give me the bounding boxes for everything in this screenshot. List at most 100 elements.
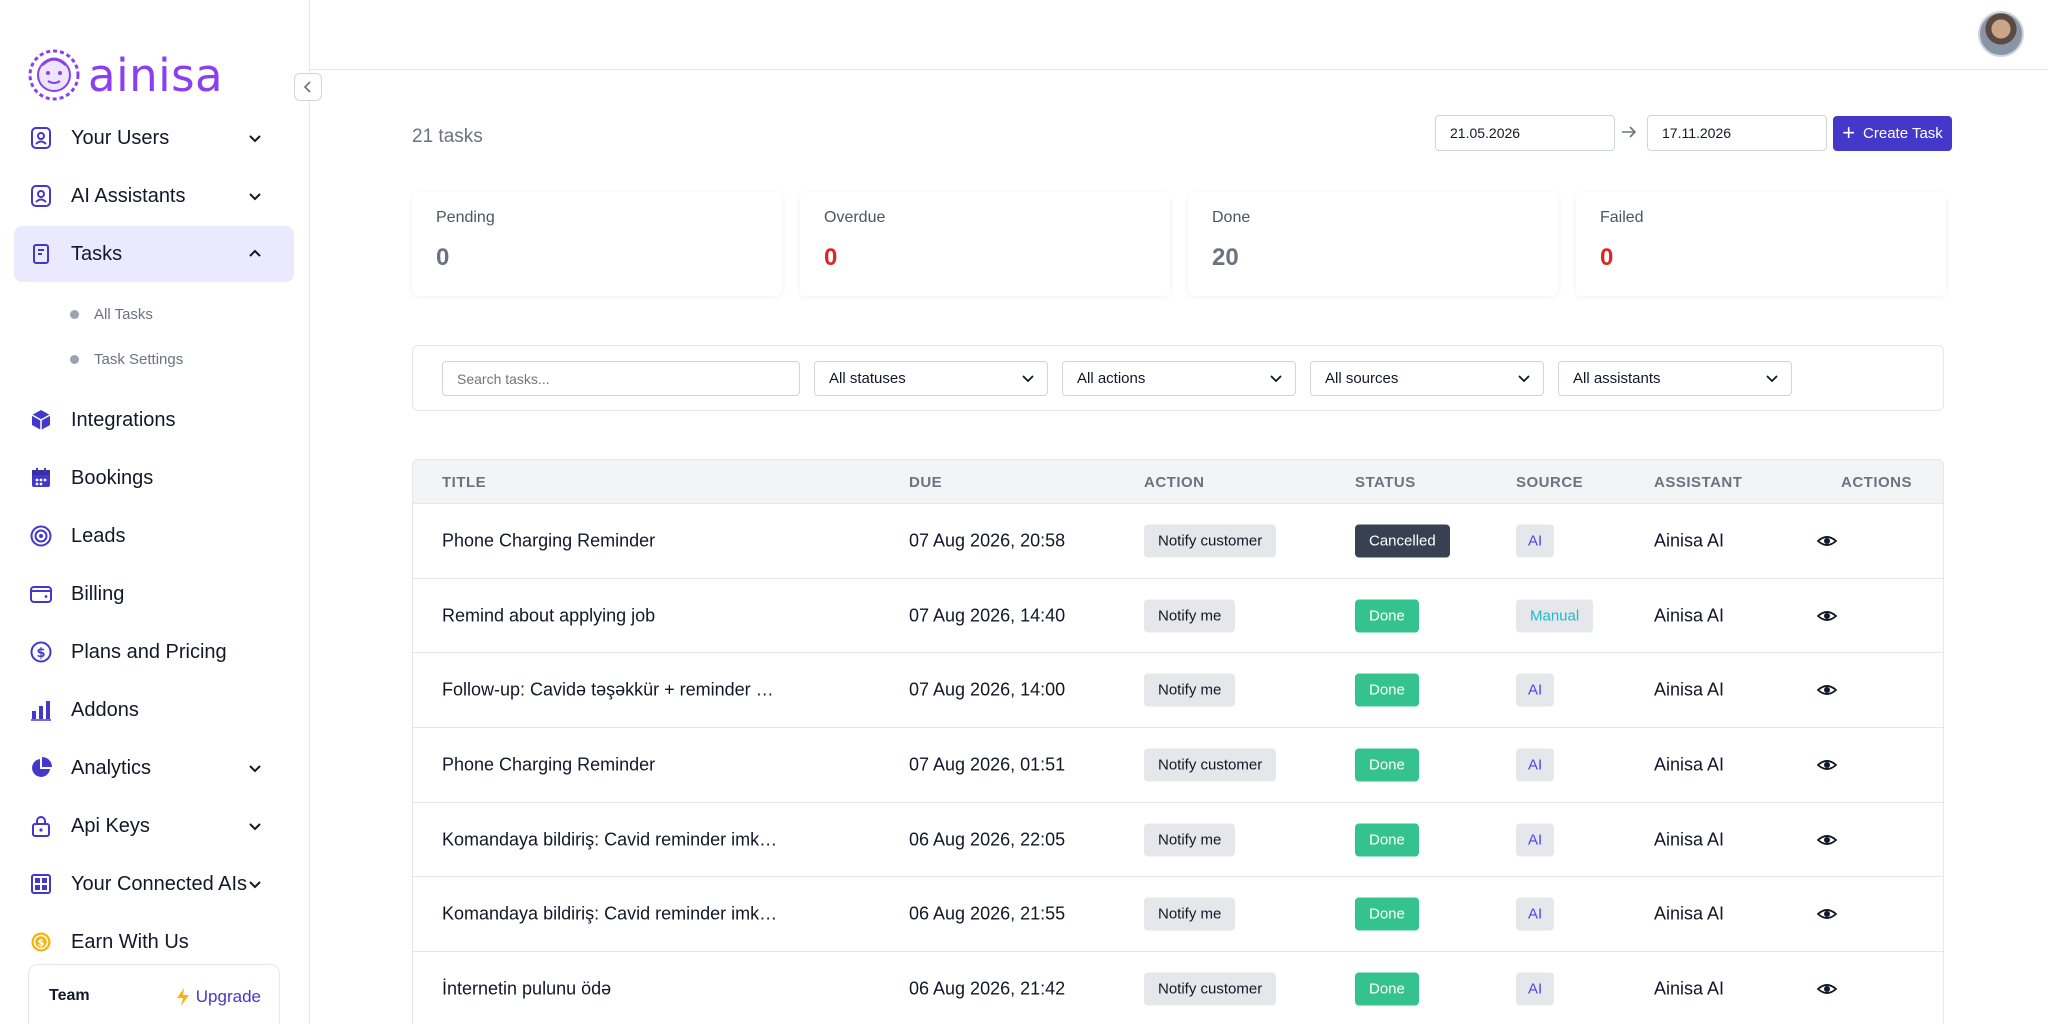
calendar-icon (28, 465, 54, 491)
stat-label: Pending (436, 209, 495, 226)
lock-icon (28, 813, 54, 839)
source-badge: AI (1516, 897, 1555, 931)
sidebar-item-your-connected-ais[interactable]: Your Connected AIs (14, 856, 294, 912)
assistant-filter-value: All assistants (1573, 370, 1661, 387)
table-row[interactable]: Remind about applying job 07 Aug 2026, 14… (413, 579, 1943, 654)
task-title[interactable]: İnternetin pulunu ödə (442, 978, 611, 999)
stat-card-pending: Pending 0 (412, 192, 782, 296)
task-title[interactable]: Phone Charging Reminder (442, 530, 655, 551)
status-badge: Done (1355, 599, 1419, 633)
eye-icon[interactable] (1817, 904, 1837, 924)
table-row[interactable]: Komandaya bildiriş: Cavid reminder imk… 0… (413, 877, 1943, 953)
chevron-down-icon (246, 817, 264, 835)
sidebar-collapse-button[interactable] (294, 73, 322, 101)
action-badge: Notify me (1144, 673, 1236, 707)
action-badge: Notify me (1144, 823, 1236, 857)
task-title[interactable]: Follow-up: Cavidə təşəkkür + reminder … (442, 680, 774, 701)
sidebar-item-integrations[interactable]: Integrations (14, 392, 294, 448)
assistant-filter-select[interactable]: All assistants (1558, 361, 1792, 396)
task-due: 06 Aug 2026, 22:05 (909, 829, 1066, 850)
task-title[interactable]: Komandaya bildiriş: Cavid reminder imk… (442, 829, 777, 850)
sidebar-item-label: AI Assistants (71, 184, 186, 207)
eye-icon[interactable] (1817, 680, 1837, 700)
sidebar-item-label: Plans and Pricing (71, 640, 227, 663)
user-avatar[interactable] (1978, 11, 2024, 57)
chevron-down-icon (246, 129, 264, 147)
action-filter-value: All actions (1077, 370, 1146, 387)
source-filter-select[interactable]: All sources (1310, 361, 1544, 396)
task-assistant: Ainisa AI (1654, 903, 1725, 924)
grid-icon (28, 871, 54, 897)
sidebar-item-your-users[interactable]: Your Users (14, 110, 294, 166)
sidebar-item-addons[interactable]: Addons (14, 682, 294, 738)
table-row[interactable]: Phone Charging Reminder 07 Aug 2026, 20:5… (413, 504, 1943, 579)
eye-icon[interactable] (1817, 606, 1837, 626)
bullet-icon (70, 310, 79, 319)
date-to-input[interactable]: 17.11.2026 (1647, 115, 1827, 151)
sidebar-item-leads[interactable]: Leads (14, 508, 294, 564)
chevron-down-icon (1766, 375, 1778, 383)
sidebar-item-tasks[interactable]: Tasks (14, 226, 294, 282)
stat-value: 0 (1600, 244, 1614, 271)
eye-icon[interactable] (1817, 979, 1837, 999)
sidebar-item-plans-and-pricing[interactable]: $ Plans and Pricing (14, 624, 294, 680)
eye-icon[interactable] (1817, 531, 1837, 551)
upgrade-link[interactable]: Upgrade (174, 987, 261, 1007)
sidebar: ainisa Your Users AI Assistants Tasks All T… (0, 0, 310, 1024)
task-assistant: Ainisa AI (1654, 754, 1725, 775)
eye-icon[interactable] (1817, 755, 1837, 775)
source-badge: AI (1516, 673, 1555, 707)
chevron-up-icon (246, 245, 264, 263)
table-row[interactable]: Komandaya bildiriş: Cavid reminder imk… 0… (413, 803, 1943, 878)
sidebar-item-earn-with-us[interactable]: $ Earn With Us (14, 914, 294, 970)
sidebar-item-api-keys[interactable]: Api Keys (14, 798, 294, 854)
date-from-input[interactable]: 21.05.2026 (1435, 115, 1615, 151)
column-header-action[interactable]: ACTION (1144, 474, 1205, 491)
sidebar-item-label: Addons (71, 698, 139, 721)
table-row[interactable]: İnternetin pulunu ödə 06 Aug 2026, 21:42 N… (413, 952, 1943, 1024)
bar-chart-icon (28, 697, 54, 723)
search-input[interactable] (442, 361, 800, 396)
action-badge: Notify customer (1144, 972, 1277, 1006)
table-header: TITLE DUE ACTION STATUS SOURCE ASSISTANT ACTIO… (413, 460, 1943, 504)
task-due: 07 Aug 2026, 01:51 (909, 754, 1066, 775)
column-header-title[interactable]: TITLE (442, 474, 486, 491)
action-filter-select[interactable]: All actions (1062, 361, 1296, 396)
column-header-status[interactable]: STATUS (1355, 474, 1416, 491)
sidebar-item-label: Leads (71, 524, 126, 547)
submenu-item-task-settings[interactable]: Task Settings (70, 337, 294, 382)
task-title[interactable]: Remind about applying job (442, 605, 655, 626)
target-icon (28, 523, 54, 549)
sidebar-item-label: Bookings (71, 466, 154, 489)
chevron-down-icon (246, 759, 264, 777)
brand-logo[interactable]: ainisa (28, 48, 223, 102)
table-row[interactable]: Phone Charging Reminder 07 Aug 2026, 01:5… (413, 728, 1943, 803)
team-card: Team Upgrade (28, 964, 280, 1024)
task-due: 07 Aug 2026, 20:58 (909, 530, 1066, 551)
column-header-actions[interactable]: ACTIONS (1841, 474, 1912, 491)
eye-icon[interactable] (1817, 830, 1837, 850)
column-header-due[interactable]: DUE (909, 474, 942, 491)
task-due: 06 Aug 2026, 21:55 (909, 903, 1066, 924)
plus-icon: + (1842, 119, 1856, 145)
filters-bar: All statuses All actions All sources All… (412, 345, 1944, 411)
status-filter-select[interactable]: All statuses (814, 361, 1048, 396)
task-count: 21 tasks (412, 126, 483, 147)
stat-label: Done (1212, 209, 1251, 226)
pie-chart-icon (28, 755, 54, 781)
stat-value: 0 (436, 244, 450, 271)
table-row[interactable]: Follow-up: Cavidə təşəkkür + reminder … 0… (413, 653, 1943, 729)
sidebar-item-billing[interactable]: Billing (14, 566, 294, 622)
column-header-assistant[interactable]: ASSISTANT (1654, 474, 1742, 491)
dollar-circle-icon: $ (28, 639, 54, 665)
column-header-source[interactable]: SOURCE (1516, 474, 1583, 491)
sidebar-item-ai-assistants[interactable]: AI Assistants (14, 168, 294, 224)
sidebar-item-bookings[interactable]: Bookings (14, 450, 294, 506)
task-title[interactable]: Phone Charging Reminder (442, 754, 655, 775)
sidebar-item-label: Analytics (71, 756, 152, 779)
submenu-item-all-tasks[interactable]: All Tasks (70, 292, 294, 337)
task-title[interactable]: Komandaya bildiriş: Cavid reminder imk… (442, 904, 777, 925)
sidebar-item-analytics[interactable]: Analytics (14, 740, 294, 796)
create-task-button[interactable]: + Create Task (1833, 116, 1952, 151)
clipboard-icon (28, 241, 54, 267)
